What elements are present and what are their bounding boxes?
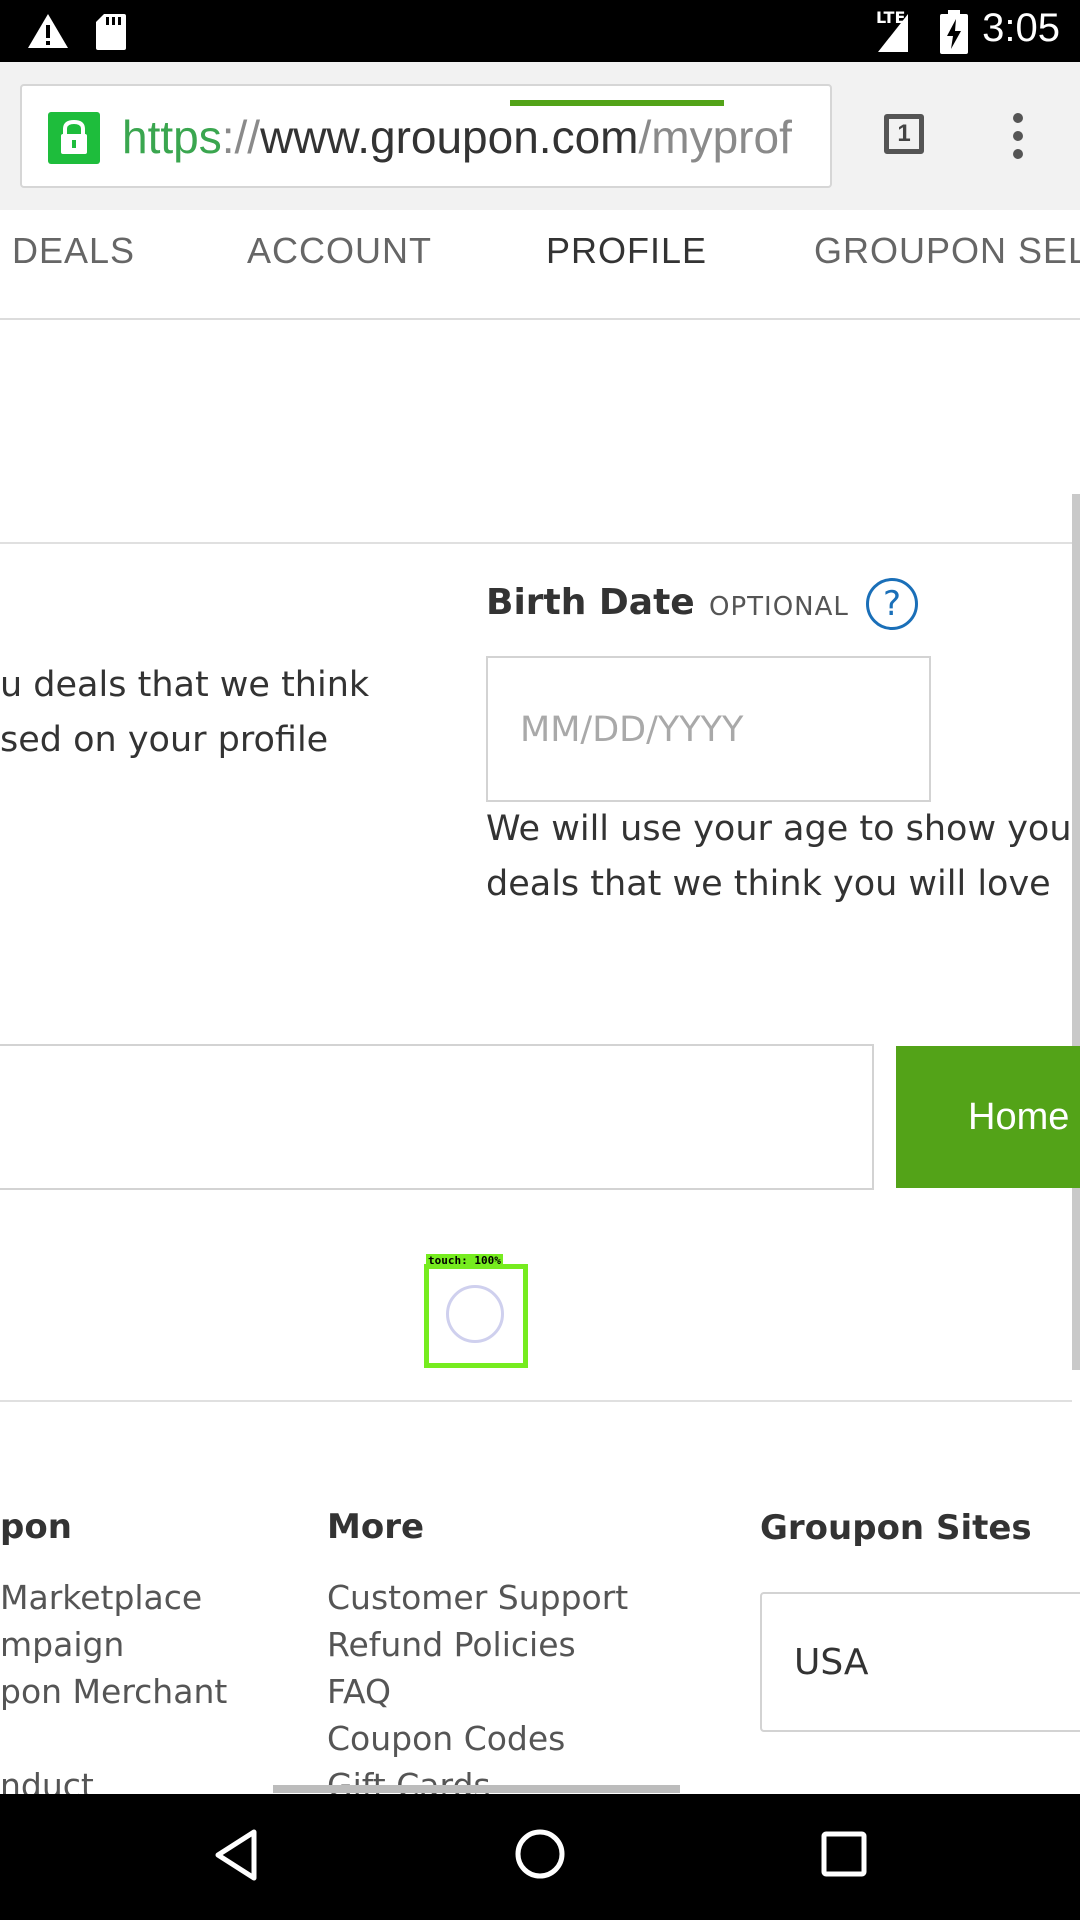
status-time: 3:05 xyxy=(982,6,1060,50)
touch-point-indicator xyxy=(446,1285,504,1343)
touch-indicator-label: touch: 100% xyxy=(426,1254,503,1267)
profile-description-line: u deals that we think xyxy=(0,665,370,705)
tabs-icon[interactable]: 1 xyxy=(884,114,924,154)
footer-more-title: More xyxy=(327,1507,425,1547)
birth-date-placeholder: MM/DD/YYYY xyxy=(520,710,744,750)
url-separator: :// xyxy=(221,111,261,163)
sd-card-icon xyxy=(96,14,126,50)
birth-date-label: Birth Date xyxy=(486,582,695,623)
url-text: https://www.groupon.com/myprof xyxy=(122,110,792,164)
birth-date-help-text: deals that we think you will love xyxy=(486,864,1051,904)
account-tabs: DEALS ACCOUNT PROFILE GROUPON SELE xyxy=(0,210,1080,320)
lock-icon xyxy=(48,112,100,164)
warning-icon xyxy=(28,14,68,48)
footer-link-customer-support[interactable]: Customer Support xyxy=(327,1578,628,1617)
help-glyph: ? xyxy=(882,584,902,624)
home-button-label: Home xyxy=(968,1096,1070,1138)
birth-date-help-text: We will use your age to show you xyxy=(486,809,1072,849)
horizontal-scrollbar[interactable] xyxy=(273,1785,680,1793)
groupon-sites-select[interactable]: USA xyxy=(760,1592,1080,1732)
url-path: /myprof xyxy=(638,111,792,163)
active-tab-indicator xyxy=(510,100,724,106)
section-divider xyxy=(0,542,1072,544)
back-icon[interactable] xyxy=(212,1828,260,1882)
tab-account[interactable]: ACCOUNT xyxy=(247,230,432,272)
tab-count: 1 xyxy=(897,120,911,147)
signal-icon xyxy=(878,14,908,52)
footer-link-coupon-codes[interactable]: Coupon Codes xyxy=(327,1719,565,1758)
url-host: www.groupon.com xyxy=(260,111,639,163)
overflow-menu-icon[interactable] xyxy=(1008,112,1028,160)
vertical-scrollbar[interactable] xyxy=(1072,494,1080,1370)
url-scheme: https xyxy=(122,111,222,163)
battery-charging-icon xyxy=(940,10,968,54)
tab-deals[interactable]: DEALS xyxy=(12,230,135,272)
footer-link[interactable]: Marketplace xyxy=(0,1578,202,1617)
footer-col1-title: pon xyxy=(0,1507,72,1547)
groupon-sites-title: Groupon Sites xyxy=(760,1508,1032,1548)
footer-link[interactable]: mpaign xyxy=(0,1625,124,1664)
birth-date-input[interactable]: MM/DD/YYYY xyxy=(486,656,931,802)
tab-profile[interactable]: PROFILE xyxy=(546,230,707,272)
system-nav-bar xyxy=(0,1794,1080,1920)
address-input[interactable] xyxy=(0,1044,874,1190)
footer-link-faq[interactable]: FAQ xyxy=(327,1672,391,1711)
status-bar: LTE 3:05 xyxy=(0,0,1080,62)
groupon-sites-selected: USA xyxy=(794,1642,869,1683)
footer-link[interactable]: pon Merchant xyxy=(0,1672,227,1711)
tab-groupon-select[interactable]: GROUPON SELE xyxy=(814,230,1080,272)
home-icon[interactable] xyxy=(514,1828,566,1880)
optional-label: OPTIONAL xyxy=(709,592,849,622)
profile-description-line: sed on your profile xyxy=(0,720,329,760)
footer-divider xyxy=(0,1400,1072,1402)
recents-icon[interactable] xyxy=(820,1830,868,1878)
footer-link-refund-policies[interactable]: Refund Policies xyxy=(327,1625,576,1664)
help-icon[interactable]: ? xyxy=(866,578,918,630)
home-address-button[interactable]: Home xyxy=(896,1046,1080,1188)
